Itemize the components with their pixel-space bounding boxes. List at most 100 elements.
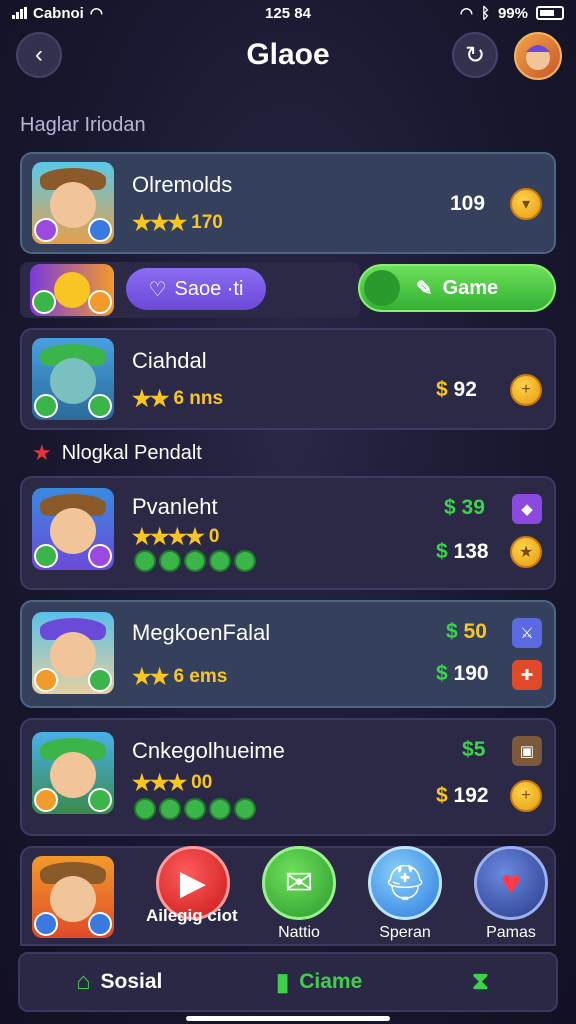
home-indicator: [186, 1016, 390, 1021]
save-button[interactable]: ♡ Saoe ·ti: [126, 268, 266, 310]
status-bar: Cabnoi ◠ 125 84 ◠ ᛒ 99%: [0, 0, 576, 26]
card-name: Ciahdal: [132, 348, 207, 373]
rating: ★★★★ 0: [132, 524, 220, 549]
badge-icon: [34, 218, 58, 242]
chat-icon: ✎: [415, 277, 433, 300]
battery-icon: [536, 6, 564, 20]
price: $ 138: [436, 540, 489, 563]
badge-icon: [34, 544, 58, 568]
list-item[interactable]: Olremolds ★★★ 170 109 ▾: [20, 152, 556, 254]
heart-icon: ♥: [500, 863, 522, 902]
rating: ★★★ 170: [132, 210, 223, 235]
potion-icon: ✚: [512, 660, 542, 690]
mail-button[interactable]: ✉: [262, 846, 336, 920]
mail-icon: ✉: [284, 864, 314, 902]
coin-icon: +: [510, 374, 542, 406]
coin-icon: +: [510, 780, 542, 812]
list-item[interactable]: Pvanleht ★★★★ 0 $ 39 ◆ $ 138 ★: [20, 476, 556, 590]
sword-icon: ⚔: [512, 618, 542, 648]
badge-icon: [34, 788, 58, 812]
badge-icon: [34, 668, 58, 692]
price: $ 190: [436, 662, 489, 685]
stars-icon: ★★★: [132, 210, 187, 235]
helmet-icon: ⛑: [383, 864, 427, 902]
character-thumbnail: [30, 264, 114, 316]
play-icon: ▶: [179, 864, 207, 902]
stars-icon: ★★★★: [132, 524, 205, 549]
price-top: $5: [462, 738, 486, 761]
avatar-icon: [526, 45, 550, 70]
price: $ 192: [436, 784, 489, 807]
card-name: Cnkegolhueime: [132, 738, 285, 763]
header: ‹ Glaoe ↻: [0, 30, 576, 84]
badge-icon: [34, 912, 58, 936]
wifi-icon: ◠: [89, 5, 103, 22]
refresh-icon: ↻: [464, 41, 486, 69]
heart-button[interactable]: ♥: [474, 846, 548, 920]
signal-icon: [12, 7, 27, 19]
play-caption: Ailegig ciot: [146, 906, 238, 925]
rating: ★★ 6 nns: [132, 386, 224, 411]
rating: ★★ 6 ems: [132, 664, 228, 689]
star-icon: ★: [32, 440, 52, 465]
character-thumbnail: [32, 162, 114, 244]
badge-icon: [34, 394, 58, 418]
carrier-name: Cabnoi: [33, 4, 84, 22]
badge-icon: [88, 912, 112, 936]
list-item[interactable]: MegkoenFalal ★★ 6 ems $ 50 ⚔ $ 190 ✚: [20, 600, 556, 708]
section-title: ★ Nlogkal Pendalt: [32, 440, 202, 465]
badge-icon: [88, 218, 112, 242]
card-name: MegkoenFalal: [132, 620, 271, 645]
card-name: Olremolds: [132, 172, 233, 197]
price-top: $ 50: [446, 620, 487, 643]
badge-icon: [32, 290, 56, 314]
trophy-icon: ⧗: [472, 968, 489, 995]
price: $ 92: [436, 378, 477, 401]
game-button[interactable]: ✎ Game: [358, 264, 556, 312]
badge-icon: [88, 290, 112, 314]
badge-row: [134, 550, 256, 572]
list-item[interactable]: Cnkegolhueime ★★★ 00 $5 ▣ $ 192 +: [20, 718, 556, 836]
section-title: Haglar Iriodan: [20, 114, 146, 136]
action-row: ♡ Saoe ·ti ✎ Game: [20, 262, 556, 318]
bluetooth-icon: ᛒ: [480, 4, 490, 22]
tray-label: Speran: [379, 924, 431, 941]
badge-icon: [88, 788, 112, 812]
home-icon: ⌂: [76, 968, 91, 995]
badge-icon: [88, 544, 112, 568]
card-icon: ▮: [276, 968, 290, 996]
character-thumbnail: [32, 856, 114, 938]
character-thumbnail: [32, 612, 114, 694]
badge-icon: [88, 668, 112, 692]
stars-icon: ★★: [132, 386, 169, 411]
star-coin-icon: ★: [510, 536, 542, 568]
wifi-icon: ◠: [459, 5, 473, 22]
character-thumbnail: [32, 338, 114, 420]
price-top: $ 39: [444, 496, 485, 519]
rating: ★★★ 00: [132, 770, 213, 795]
stars-icon: ★★★: [132, 770, 187, 795]
bottom-tray: ▶ Ailegig ciot ✉ Nattio ⛑ Speran ♥ Pamas: [20, 846, 556, 946]
helmet-button[interactable]: ⛑: [368, 846, 442, 920]
bottom-nav: ⌂ Sosial ▮ Ciame ⧗: [18, 952, 558, 1012]
badge-row: [134, 798, 256, 820]
heart-icon: ♡: [148, 278, 167, 301]
price: 109: [450, 192, 486, 215]
refresh-button[interactable]: ↻: [452, 32, 498, 78]
clock: 125 84: [265, 4, 311, 22]
tray-label: Pamas: [486, 924, 536, 941]
tray-label: Nattio: [278, 924, 320, 941]
battery-percent: 99%: [497, 4, 528, 22]
tab-game[interactable]: ▮ Ciame: [276, 954, 362, 1010]
stars-icon: ★★: [132, 664, 169, 689]
badge-icon: [88, 394, 112, 418]
tab-social[interactable]: ⌂ Sosial: [76, 954, 162, 1010]
tab-trophy[interactable]: ⧗: [472, 954, 489, 1010]
list-item[interactable]: Ciahdal ★★ 6 nns $ 92 +: [20, 328, 556, 430]
character-thumbnail: [32, 488, 114, 570]
gem-icon: ◆: [512, 494, 542, 524]
card-name: Pvanleht: [132, 494, 218, 519]
avatar[interactable]: [514, 32, 562, 80]
coin-icon: ▾: [510, 188, 542, 220]
character-thumbnail: [32, 732, 114, 814]
